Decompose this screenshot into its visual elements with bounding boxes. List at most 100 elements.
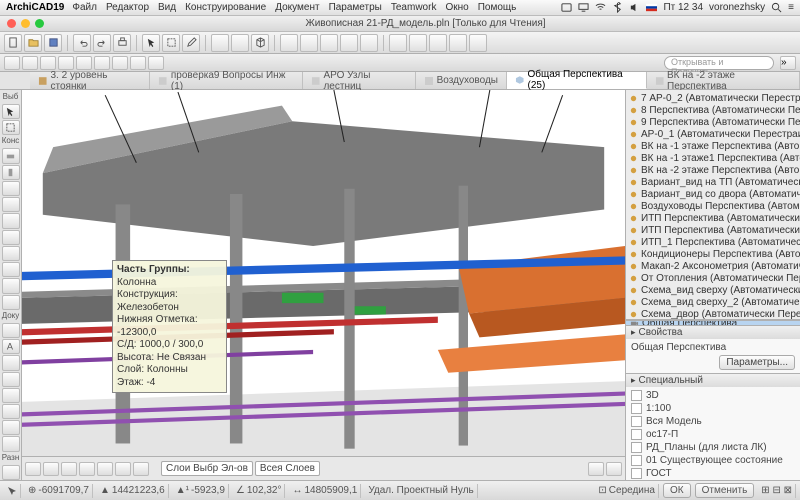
info-icon[interactable] (360, 34, 378, 52)
tab-floor[interactable]: 3. 2 уровень стоянки (30, 72, 150, 89)
close-button[interactable] (7, 19, 16, 28)
menu-teamwork[interactable]: Teamwork (391, 2, 437, 13)
undo-icon[interactable] (73, 34, 91, 52)
ruler-icon[interactable] (211, 34, 229, 52)
stair-tool[interactable] (2, 246, 20, 261)
menu-edit[interactable]: Редактор (106, 2, 149, 13)
tab-check[interactable]: проверка9 Вопросы Инж (1) (150, 72, 303, 89)
measure-icon[interactable] (231, 34, 249, 52)
view-item[interactable]: Воздуховоды Перспектива (Автоматически П… (626, 200, 800, 212)
group-icon[interactable] (320, 34, 338, 52)
wifi-icon[interactable] (595, 2, 606, 13)
open-icon[interactable] (24, 34, 42, 52)
cancel-button[interactable]: Отменить (695, 483, 755, 498)
search-field[interactable]: Открывать и Получить... (664, 56, 774, 70)
tool-d[interactable] (449, 34, 467, 52)
views-list[interactable]: 7 АР-0_2 (Автоматически Перестраиваемая … (626, 90, 800, 320)
tab-perspective[interactable]: Общая Перспектива (25) (507, 72, 647, 89)
label-tool[interactable] (2, 355, 20, 370)
special-os[interactable]: ос17-П (631, 428, 795, 441)
special-existing[interactable]: 01 Существующее состояние (631, 454, 795, 467)
menu-view[interactable]: Вид (158, 2, 176, 13)
polyline-tool[interactable] (2, 420, 20, 435)
vp-zoom-in[interactable] (606, 462, 622, 476)
view-item[interactable]: Макап-2 Аксонометрия (Автоматически Пере… (626, 260, 800, 272)
view-item[interactable]: От Отопления (Автоматически Перестраивае… (626, 272, 800, 284)
tab-aro[interactable]: АРО Узлы лестниц (303, 72, 416, 89)
zoom-button[interactable] (35, 19, 44, 28)
view-item[interactable]: Схема_вид сверху_2 (Автоматически Перест… (626, 296, 800, 308)
tab-vk[interactable]: ВК на -2 этаже Перспектива (647, 72, 800, 89)
vp-nav-d[interactable] (79, 462, 95, 476)
menu-window[interactable]: Окно (445, 2, 468, 13)
user-name[interactable]: voronezhsky (709, 2, 765, 13)
tb2-g[interactable] (112, 56, 128, 70)
tb2-b[interactable] (22, 56, 38, 70)
view-item[interactable]: ИТП Перспектива (Автоматически Перестраи… (626, 224, 800, 236)
special-gost[interactable]: ГОСТ (631, 467, 795, 480)
vp-nav-b[interactable] (43, 462, 59, 476)
view-item[interactable]: Кондиционеры Перспектива (Автоматически … (626, 248, 800, 260)
zone-tool[interactable] (2, 278, 20, 293)
lock-icon[interactable] (340, 34, 358, 52)
minimize-button[interactable] (21, 19, 30, 28)
view-item[interactable]: ИТП_1 Перспектива (Автоматически Перестр… (626, 236, 800, 248)
line-tool[interactable] (2, 388, 20, 403)
menu-document[interactable]: Документ (275, 2, 319, 13)
vp-nav-e[interactable] (97, 462, 113, 476)
special-plans[interactable]: РД_Планы (для листа ЛК) (631, 441, 795, 454)
view-item[interactable]: Вариант_вид на ТП (Автоматически Перестр… (626, 176, 800, 188)
view-item[interactable]: 7 АР-0_2 (Автоматически Перестраиваемая … (626, 92, 800, 104)
tool-b[interactable] (409, 34, 427, 52)
view-item[interactable]: АР-0_1 (Автоматически Перестраиваемая Мо… (626, 128, 800, 140)
flag-icon[interactable] (646, 2, 657, 13)
view-item[interactable]: 9 Перспектива (Автоматически Перестраива… (626, 116, 800, 128)
menu-help[interactable]: Помощь (478, 2, 517, 13)
view-item[interactable]: ИТП Перспектива (Автоматически Перестраи… (626, 212, 800, 224)
fill-tool[interactable] (2, 372, 20, 387)
print-icon[interactable] (113, 34, 131, 52)
vpn-icon[interactable] (561, 2, 572, 13)
view-item[interactable]: ВК на -1 этаже1 Перспектива (Автоматичес… (626, 152, 800, 164)
new-icon[interactable] (4, 34, 22, 52)
ok-button[interactable]: ОК (663, 483, 691, 498)
3d-viewport[interactable]: Часть Группы: Колонна Конструкция: Желез… (22, 90, 625, 480)
slab-tool[interactable] (2, 197, 20, 212)
view-item[interactable]: ВК на -1 этаже Перспектива (Автоматическ… (626, 140, 800, 152)
volume-icon[interactable] (629, 2, 640, 13)
special-model[interactable]: Вся Модель (631, 415, 795, 428)
tb2-i[interactable] (148, 56, 164, 70)
tool-a[interactable] (389, 34, 407, 52)
tool-c[interactable] (429, 34, 447, 52)
search-icon[interactable] (771, 2, 782, 13)
menu-icon[interactable]: ≡ (788, 2, 794, 13)
morph-tool[interactable] (2, 295, 20, 310)
cube-icon[interactable] (251, 34, 269, 52)
prop-params-button[interactable]: Параметры... (631, 354, 795, 371)
misc-tool[interactable] (2, 465, 20, 480)
display-icon[interactable] (578, 2, 589, 13)
menu-construct[interactable]: Конструирование (185, 2, 266, 13)
tab-ducts[interactable]: Воздуховоды (416, 72, 507, 89)
special-scale[interactable]: 1:100 (631, 402, 795, 415)
menu-file[interactable]: Файл (72, 2, 97, 13)
bluetooth-icon[interactable] (612, 2, 623, 13)
save-icon[interactable] (44, 34, 62, 52)
redo-icon[interactable] (93, 34, 111, 52)
vp-nav-c[interactable] (61, 462, 77, 476)
layer-dropdown[interactable]: Слои Выбр Эл-ов (161, 461, 253, 476)
tb2-f[interactable] (94, 56, 110, 70)
vp-zoom-out[interactable] (588, 462, 604, 476)
pencil-icon[interactable] (182, 34, 200, 52)
spline-tool[interactable] (2, 436, 20, 451)
tb2-e[interactable] (76, 56, 92, 70)
special-3d[interactable]: 3D (631, 389, 795, 402)
vp-nav-g[interactable] (133, 462, 149, 476)
view-item[interactable]: Схема_двор (Автоматически Перестраиваема… (626, 308, 800, 320)
roof-tool[interactable] (2, 213, 20, 228)
view-item[interactable]: Схема_вид сверху (Автоматически Перестра… (626, 284, 800, 296)
align-icon[interactable] (280, 34, 298, 52)
view-item[interactable]: 8 Перспектива (Автоматически Перестраива… (626, 104, 800, 116)
tb2-c[interactable] (40, 56, 56, 70)
distribute-icon[interactable] (300, 34, 318, 52)
